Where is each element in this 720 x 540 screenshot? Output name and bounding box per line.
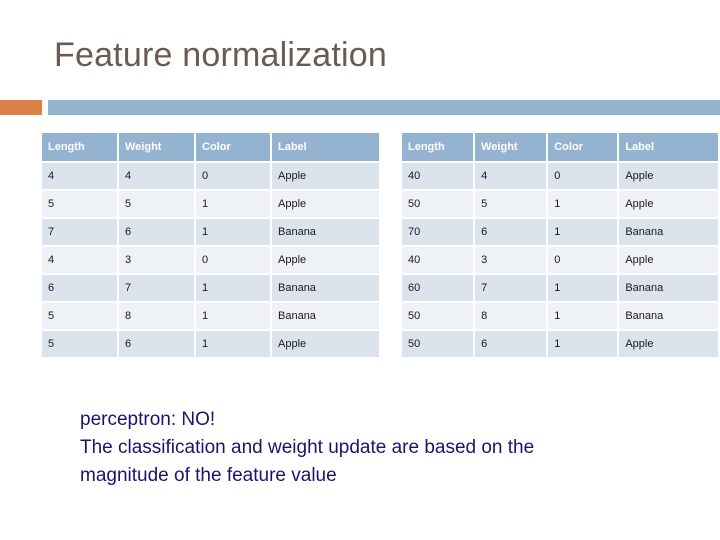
cell-label: Apple bbox=[272, 247, 379, 273]
table-row: 5 5 1 Apple bbox=[42, 191, 379, 217]
cell-label: Apple bbox=[272, 191, 379, 217]
table-row: 60 7 1 Banana bbox=[402, 275, 718, 301]
cell-weight: 8 bbox=[119, 303, 194, 329]
table-header-row: Length Weight Color Label bbox=[42, 133, 379, 161]
body-text-line-2: The classification and weight update are… bbox=[80, 437, 535, 458]
title-divider bbox=[0, 100, 720, 115]
cell-label: Apple bbox=[619, 191, 718, 217]
cell-weight: 7 bbox=[119, 275, 194, 301]
title-divider-accent-block bbox=[0, 100, 42, 115]
cell-label: Apple bbox=[619, 331, 718, 357]
page-title: Feature normalization bbox=[54, 36, 388, 74]
scaled-feature-table-body: 40 4 0 Apple 50 5 1 Apple 70 6 1 Banana … bbox=[402, 163, 718, 357]
cell-label: Apple bbox=[619, 163, 718, 189]
table-row: 40 3 0 Apple bbox=[402, 247, 718, 273]
table-row: 7 6 1 Banana bbox=[42, 219, 379, 245]
table-row: 4 4 0 Apple bbox=[42, 163, 379, 189]
cell-weight: 4 bbox=[475, 163, 547, 189]
scaled-feature-table: Length Weight Color Label 40 4 0 Apple 5… bbox=[400, 131, 720, 359]
column-header-label: Label bbox=[272, 133, 379, 161]
cell-color: 0 bbox=[196, 247, 270, 273]
cell-weight: 6 bbox=[119, 219, 194, 245]
cell-color: 1 bbox=[196, 331, 270, 357]
title-divider-bar bbox=[48, 100, 720, 115]
cell-length: 4 bbox=[42, 163, 117, 189]
body-text-line-1: perceptron: NO! bbox=[80, 409, 216, 430]
cell-length: 5 bbox=[42, 191, 117, 217]
cell-color: 1 bbox=[548, 275, 618, 301]
body-text-block: perceptron: NO! The classification and w… bbox=[80, 406, 680, 490]
raw-feature-table: Length Weight Color Label 4 4 0 Apple 5 … bbox=[40, 131, 381, 359]
cell-label: Banana bbox=[272, 275, 379, 301]
cell-label: Apple bbox=[272, 163, 379, 189]
column-header-color: Color bbox=[196, 133, 270, 161]
table-row: 5 6 1 Apple bbox=[42, 331, 379, 357]
cell-length: 50 bbox=[402, 331, 474, 357]
cell-label: Apple bbox=[619, 247, 718, 273]
cell-color: 1 bbox=[196, 219, 270, 245]
raw-feature-table-head: Length Weight Color Label bbox=[42, 133, 379, 161]
cell-length: 50 bbox=[402, 303, 474, 329]
cell-label: Banana bbox=[272, 303, 379, 329]
cell-weight: 7 bbox=[475, 275, 547, 301]
cell-weight: 3 bbox=[475, 247, 547, 273]
cell-color: 1 bbox=[548, 191, 618, 217]
table-row: 5 8 1 Banana bbox=[42, 303, 379, 329]
cell-length: 40 bbox=[402, 247, 474, 273]
table-row: 50 6 1 Apple bbox=[402, 331, 718, 357]
table-header-row: Length Weight Color Label bbox=[402, 133, 718, 161]
cell-color: 1 bbox=[548, 331, 618, 357]
cell-weight: 3 bbox=[119, 247, 194, 273]
cell-weight: 6 bbox=[119, 331, 194, 357]
cell-weight: 6 bbox=[475, 331, 547, 357]
cell-length: 5 bbox=[42, 331, 117, 357]
table-row: 50 5 1 Apple bbox=[402, 191, 718, 217]
cell-color: 1 bbox=[196, 275, 270, 301]
column-header-weight: Weight bbox=[119, 133, 194, 161]
column-header-length: Length bbox=[42, 133, 117, 161]
cell-label: Banana bbox=[619, 275, 718, 301]
table-row: 6 7 1 Banana bbox=[42, 275, 379, 301]
cell-color: 0 bbox=[196, 163, 270, 189]
cell-color: 0 bbox=[548, 247, 618, 273]
cell-weight: 5 bbox=[119, 191, 194, 217]
cell-weight: 8 bbox=[475, 303, 547, 329]
cell-length: 40 bbox=[402, 163, 474, 189]
column-header-weight: Weight bbox=[475, 133, 547, 161]
cell-label: Banana bbox=[619, 303, 718, 329]
column-header-label: Label bbox=[619, 133, 718, 161]
cell-length: 4 bbox=[42, 247, 117, 273]
cell-color: 1 bbox=[196, 303, 270, 329]
cell-length: 7 bbox=[42, 219, 117, 245]
table-row: 40 4 0 Apple bbox=[402, 163, 718, 189]
body-text-line-3: magnitude of the feature value bbox=[80, 465, 337, 486]
scaled-feature-table-head: Length Weight Color Label bbox=[402, 133, 718, 161]
cell-length: 5 bbox=[42, 303, 117, 329]
cell-label: Apple bbox=[272, 331, 379, 357]
cell-length: 60 bbox=[402, 275, 474, 301]
cell-weight: 4 bbox=[119, 163, 194, 189]
cell-color: 1 bbox=[548, 219, 618, 245]
table-row: 4 3 0 Apple bbox=[42, 247, 379, 273]
cell-label: Banana bbox=[272, 219, 379, 245]
cell-length: 70 bbox=[402, 219, 474, 245]
cell-color: 1 bbox=[548, 303, 618, 329]
cell-length: 6 bbox=[42, 275, 117, 301]
cell-length: 50 bbox=[402, 191, 474, 217]
raw-feature-table-body: 4 4 0 Apple 5 5 1 Apple 7 6 1 Banana 4 3… bbox=[42, 163, 379, 357]
cell-color: 0 bbox=[548, 163, 618, 189]
cell-color: 1 bbox=[196, 191, 270, 217]
cell-weight: 6 bbox=[475, 219, 547, 245]
column-header-color: Color bbox=[548, 133, 618, 161]
column-header-length: Length bbox=[402, 133, 474, 161]
table-row: 70 6 1 Banana bbox=[402, 219, 718, 245]
table-row: 50 8 1 Banana bbox=[402, 303, 718, 329]
cell-weight: 5 bbox=[475, 191, 547, 217]
cell-label: Banana bbox=[619, 219, 718, 245]
